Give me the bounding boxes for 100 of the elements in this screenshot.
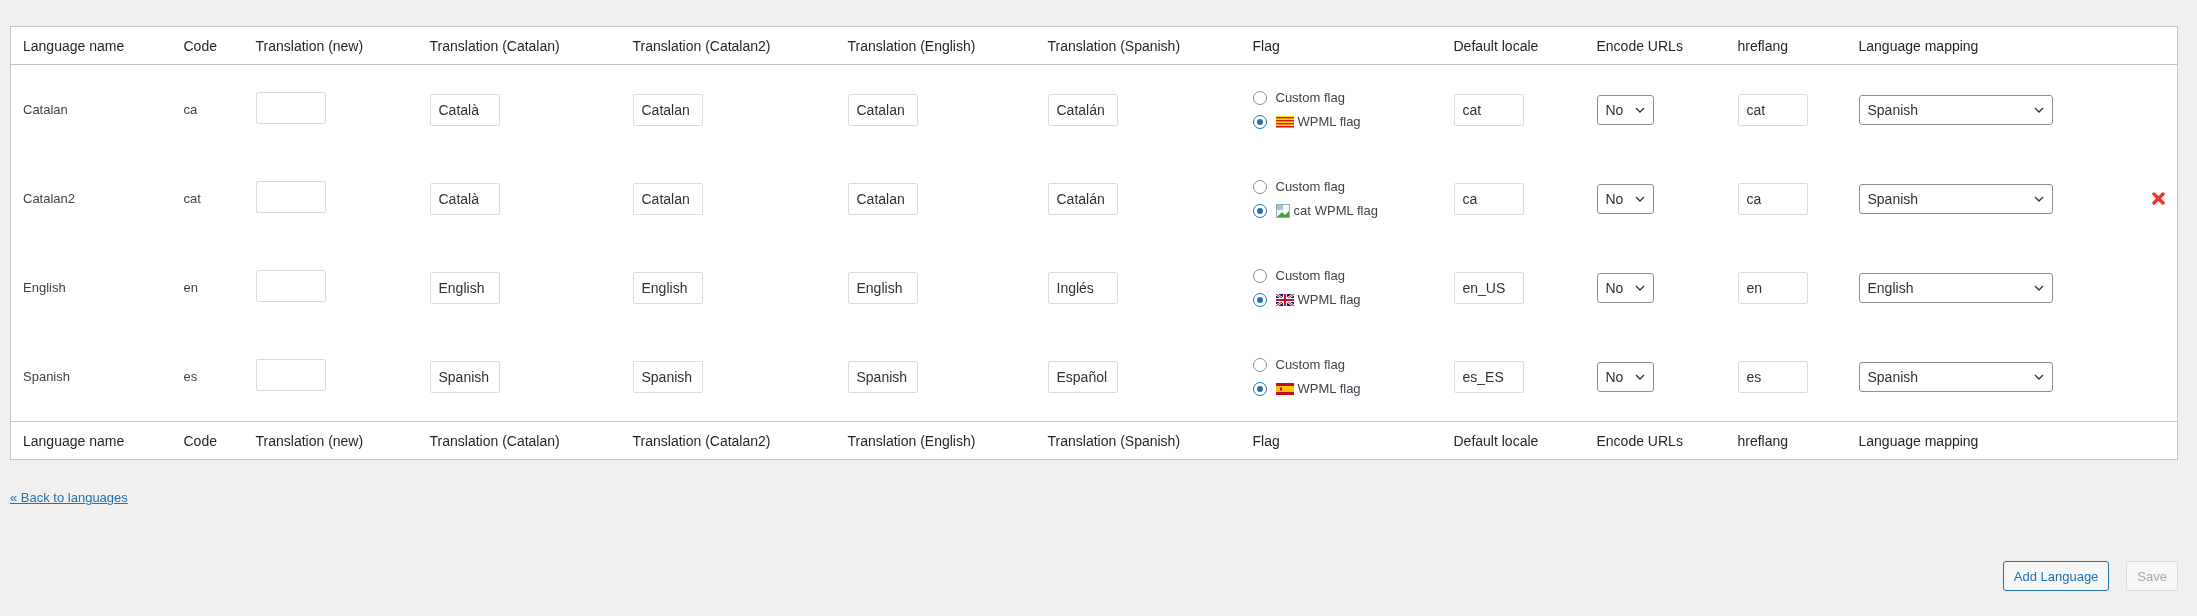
column-header: Translation (English): [847, 37, 976, 54]
chevron-down-icon: [1634, 106, 1645, 113]
encode-urls-select[interactable]: No: [1596, 94, 1654, 125]
translation-field[interactable]: [255, 359, 326, 391]
flag-radio[interactable]: [1252, 179, 1267, 194]
translation-field[interactable]: English: [429, 271, 500, 304]
translation-field[interactable]: Spanish: [847, 360, 918, 393]
flag-option-label: WPML flag: [1314, 203, 1378, 218]
translation-field[interactable]: Catalan: [847, 182, 918, 215]
language-mapping-select[interactable]: Spanish: [1858, 94, 2053, 125]
column-footer: Language name: [23, 432, 125, 449]
spain-flag-icon: [1275, 382, 1294, 395]
flag-radio[interactable]: [1252, 381, 1267, 396]
language-name: Catalan2: [23, 191, 76, 206]
translation-field[interactable]: Catalán: [1047, 93, 1118, 126]
column-footer: Translation (Catalan): [429, 432, 560, 449]
column-footer: hreflang: [1737, 432, 1789, 449]
column-footer: Flag: [1252, 432, 1280, 449]
column-header: Encode URLs: [1596, 37, 1683, 54]
catalonia-flag-icon: [1275, 115, 1294, 128]
flag-radio[interactable]: [1252, 90, 1267, 105]
translation-field[interactable]: [255, 181, 326, 213]
column-footer: Translation (new): [255, 432, 364, 449]
encode-urls-select[interactable]: No: [1596, 272, 1654, 303]
chevron-down-icon: [1634, 284, 1645, 291]
language-code: en: [183, 280, 198, 295]
back-to-languages-link[interactable]: « Back to languages: [10, 490, 128, 505]
translation-field[interactable]: Català: [429, 93, 500, 126]
flag-option-label: Custom flag: [1275, 268, 1345, 283]
column-header: Translation (Catalan2): [632, 37, 771, 54]
translation-field[interactable]: [255, 270, 326, 302]
column-footer: Translation (Catalan2): [632, 432, 771, 449]
language-name: Spanish: [23, 369, 70, 384]
hreflang-field[interactable]: cat: [1737, 93, 1808, 126]
language-mapping-select[interactable]: Spanish: [1858, 361, 2053, 392]
flag-option-label: Custom flag: [1275, 357, 1345, 372]
add-language-button[interactable]: Add Language: [2002, 561, 2110, 591]
translation-field[interactable]: Catalan: [847, 93, 918, 126]
hreflang-field[interactable]: es: [1737, 360, 1808, 393]
flag-radio[interactable]: [1252, 203, 1267, 218]
chevron-down-icon: [2033, 373, 2044, 380]
language-mapping-select[interactable]: English: [1858, 272, 2053, 303]
encode-urls-select[interactable]: No: [1596, 183, 1654, 214]
language-code: es: [183, 369, 198, 384]
default-locale-field[interactable]: ca: [1453, 182, 1524, 215]
column-header: Flag: [1252, 37, 1280, 54]
chevron-down-icon: [2033, 195, 2044, 202]
column-header: Code: [183, 37, 217, 54]
language-mapping-select[interactable]: Spanish: [1858, 183, 2053, 214]
column-footer: Default locale: [1453, 432, 1539, 449]
flag-alt-text: cat: [1293, 203, 1311, 218]
uk-flag-icon: [1275, 293, 1294, 306]
column-header: Language name: [23, 37, 125, 54]
column-header: Translation (new): [255, 37, 364, 54]
column-footer: Translation (English): [847, 432, 976, 449]
translation-field[interactable]: Catalan: [632, 93, 703, 126]
translation-field[interactable]: Español: [1047, 360, 1118, 393]
translation-field[interactable]: English: [632, 271, 703, 304]
column-footer: Translation (Spanish): [1047, 432, 1181, 449]
language-name: English: [23, 280, 66, 295]
encode-urls-select[interactable]: No: [1596, 361, 1654, 392]
translation-field[interactable]: Català: [429, 182, 500, 215]
chevron-down-icon: [2033, 106, 2044, 113]
delete-icon[interactable]: [2152, 192, 2165, 205]
flag-option-label: Custom flag: [1275, 90, 1345, 105]
broken-image-icon: [1275, 203, 1290, 218]
default-locale-field[interactable]: es_ES: [1453, 360, 1524, 393]
translation-field[interactable]: Catalan: [632, 182, 703, 215]
default-locale-field[interactable]: cat: [1453, 93, 1524, 126]
column-footer: Language mapping: [1858, 432, 1979, 449]
translation-field[interactable]: Catalán: [1047, 182, 1118, 215]
translation-field[interactable]: Spanish: [632, 360, 703, 393]
flag-radio[interactable]: [1252, 292, 1267, 307]
chevron-down-icon: [2033, 284, 2044, 291]
language-code: ca: [183, 102, 198, 117]
language-name: Catalan: [23, 102, 68, 117]
flag-option-label: WPML flag: [1297, 114, 1361, 129]
flag-option-label: WPML flag: [1297, 381, 1361, 396]
hreflang-field[interactable]: en: [1737, 271, 1808, 304]
chevron-down-icon: [1634, 195, 1645, 202]
column-header: Default locale: [1453, 37, 1539, 54]
translation-field[interactable]: [255, 92, 326, 124]
translation-field[interactable]: Inglés: [1047, 271, 1118, 304]
column-footer: Encode URLs: [1596, 432, 1683, 449]
column-header: hreflang: [1737, 37, 1789, 54]
flag-option-label: Custom flag: [1275, 179, 1345, 194]
column-header: Translation (Catalan): [429, 37, 560, 54]
translation-field[interactable]: English: [847, 271, 918, 304]
chevron-down-icon: [1634, 373, 1645, 380]
column-footer: Code: [183, 432, 217, 449]
hreflang-field[interactable]: ca: [1737, 182, 1808, 215]
flag-radio[interactable]: [1252, 268, 1267, 283]
translation-field[interactable]: Spanish: [429, 360, 500, 393]
default-locale-field[interactable]: en_US: [1453, 271, 1524, 304]
flag-option-label: WPML flag: [1297, 292, 1361, 307]
flag-radio[interactable]: [1252, 114, 1267, 129]
language-code: cat: [183, 191, 201, 206]
column-header: Language mapping: [1858, 37, 1979, 54]
column-header: Translation (Spanish): [1047, 37, 1181, 54]
flag-radio[interactable]: [1252, 357, 1267, 372]
